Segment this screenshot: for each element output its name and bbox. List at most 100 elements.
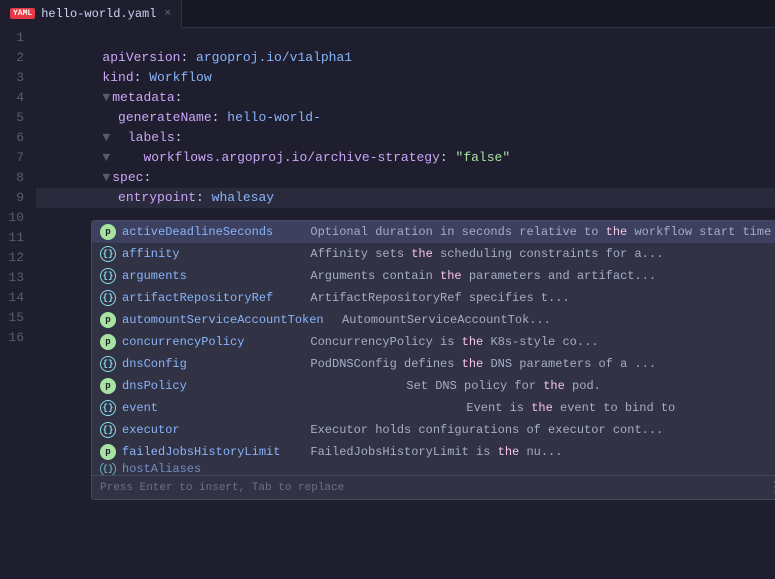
badge-obj: {} xyxy=(100,268,116,284)
token: "false" xyxy=(456,150,511,165)
autocomplete-dropdown: p activeDeadlineSeconds Optional duratio… xyxy=(91,220,775,500)
line-num-4: 4 xyxy=(8,88,24,108)
code-line-1: apiVersion: argoproj.io/v1alpha1 xyxy=(36,28,775,48)
item-desc: Optional duration in seconds relative to… xyxy=(296,225,771,239)
autocomplete-item-arguments[interactable]: {} arguments Arguments contain the param… xyxy=(92,265,775,287)
token: : xyxy=(196,190,212,205)
line-num-8: 8 xyxy=(8,168,24,188)
token: entrypoint xyxy=(118,190,196,205)
collapse-icon[interactable]: ▼ xyxy=(102,150,110,165)
autocomplete-item-event[interactable]: {} event Event is the event to bind to xyxy=(92,397,775,419)
autocomplete-item-dnsConfig[interactable]: {} dnsConfig PodDNSConfig defines the DN… xyxy=(92,353,775,375)
collapse-icon[interactable]: ▼ xyxy=(102,130,110,145)
token xyxy=(112,130,128,145)
token: Workflow xyxy=(149,70,211,85)
badge-p: p xyxy=(100,444,116,460)
badge-p: p xyxy=(100,224,116,240)
item-name: failedJobsHistoryLimit xyxy=(122,445,292,459)
collapse-icon[interactable]: ▼ xyxy=(102,90,110,105)
item-desc: Event is the event to bind to xyxy=(452,401,675,415)
token xyxy=(112,150,143,165)
item-name: executor xyxy=(122,423,292,437)
token xyxy=(102,190,118,205)
editor-tab[interactable]: YAML hello-world.yaml × xyxy=(0,0,182,28)
tab-bar: YAML hello-world.yaml × xyxy=(0,0,775,28)
token: : xyxy=(175,130,183,145)
item-desc: ArtifactRepositoryRef specifies t... xyxy=(296,291,570,305)
item-desc: Set DNS policy for the pod. xyxy=(392,379,601,393)
item-desc: Executor holds configurations of executo… xyxy=(296,423,663,437)
badge-p: p xyxy=(100,334,116,350)
tab-close-button[interactable]: × xyxy=(164,8,171,20)
autocomplete-item-concurrencyPolicy[interactable]: p concurrencyPolicy ConcurrencyPolicy is… xyxy=(92,331,775,353)
line-num-3: 3 xyxy=(8,68,24,88)
item-desc: FailedJobsHistoryLimit is the nu... xyxy=(296,445,562,459)
collapse-icon[interactable]: ▼ xyxy=(102,170,110,185)
line-numbers: 1 2 3 4 5 6 7 8 9 10 11 12 13 14 15 16 xyxy=(0,28,36,579)
token: whalesay xyxy=(212,190,274,205)
token: apiVersion xyxy=(102,50,180,65)
token: metadata xyxy=(112,90,174,105)
token: : xyxy=(175,90,183,105)
item-name: dnsConfig xyxy=(122,357,292,371)
token: : xyxy=(143,170,151,185)
autocomplete-item-dnsPolicy[interactable]: p dnsPolicy Set DNS policy for the pod. xyxy=(92,375,775,397)
token: argoproj.io/v1alpha1 xyxy=(196,50,352,65)
item-name: activeDeadlineSeconds xyxy=(122,225,292,239)
token: : xyxy=(180,50,196,65)
line-num-1: 1 xyxy=(8,28,24,48)
autocomplete-item-artifactRepositoryRef[interactable]: {} artifactRepositoryRef ArtifactReposit… xyxy=(92,287,775,309)
token xyxy=(102,110,118,125)
item-name: hostAliases xyxy=(122,463,292,475)
token: labels xyxy=(128,130,175,145)
token: spec xyxy=(112,170,143,185)
item-desc: PodDNSConfig defines the DNS parameters … xyxy=(296,357,656,371)
autocomplete-item-affinity[interactable]: {} affinity Affinity sets the scheduling… xyxy=(92,243,775,265)
badge-obj: {} xyxy=(100,246,116,262)
line-num-2: 2 xyxy=(8,48,24,68)
autocomplete-item-hostAliases[interactable]: {} hostAliases xyxy=(92,463,775,475)
token: kind xyxy=(102,70,133,85)
item-name: automountServiceAccountToken xyxy=(122,313,324,327)
token: : xyxy=(440,150,456,165)
item-name: artifactRepositoryRef xyxy=(122,291,292,305)
badge-p: p xyxy=(100,312,116,328)
badge-obj: {} xyxy=(100,463,116,475)
line-num-11: 11 xyxy=(8,228,24,248)
item-desc: Arguments contain the parameters and art… xyxy=(296,269,656,283)
autocomplete-footer: Press Enter to insert, Tab to replace ⋮ xyxy=(92,475,775,499)
editor: 1 2 3 4 5 6 7 8 9 10 11 12 13 14 15 16 a… xyxy=(0,28,775,579)
line-num-13: 13 xyxy=(8,268,24,288)
tab-filename: hello-world.yaml xyxy=(41,7,156,21)
item-name: concurrencyPolicy xyxy=(122,335,292,349)
item-desc: AutomountServiceAccountTok... xyxy=(328,313,551,327)
line-num-9: 9 xyxy=(8,188,24,208)
autocomplete-item-automountServiceAccountToken[interactable]: p automountServiceAccountToken Automount… xyxy=(92,309,775,331)
autocomplete-item-failedJobsHistoryLimit[interactable]: p failedJobsHistoryLimit FailedJobsHisto… xyxy=(92,441,775,463)
token: : xyxy=(134,70,150,85)
yaml-icon: YAML xyxy=(10,8,35,19)
badge-obj: {} xyxy=(100,356,116,372)
autocomplete-hint: Press Enter to insert, Tab to replace xyxy=(100,482,344,494)
item-name: affinity xyxy=(122,247,292,261)
code-area[interactable]: apiVersion: argoproj.io/v1alpha1 kind: W… xyxy=(36,28,775,579)
line-num-12: 12 xyxy=(8,248,24,268)
line-num-7: 7 xyxy=(8,148,24,168)
item-desc: Affinity sets the scheduling constraints… xyxy=(296,247,663,261)
item-name: arguments xyxy=(122,269,292,283)
autocomplete-item-activeDeadlineSeconds[interactable]: p activeDeadlineSeconds Optional duratio… xyxy=(92,221,775,243)
badge-obj: {} xyxy=(100,290,116,306)
badge-obj: {} xyxy=(100,400,116,416)
line-num-15: 15 xyxy=(8,308,24,328)
item-name: dnsPolicy xyxy=(122,379,292,393)
badge-obj: {} xyxy=(100,422,116,438)
line-num-6: 6 xyxy=(8,128,24,148)
scrollbar-indicator[interactable]: ⋮ xyxy=(768,479,775,496)
token: : xyxy=(212,110,228,125)
autocomplete-item-executor[interactable]: {} executor Executor holds configuration… xyxy=(92,419,775,441)
line-num-16: 16 xyxy=(8,328,24,348)
badge-p: p xyxy=(100,378,116,394)
item-name: event xyxy=(122,401,292,415)
item-desc: ConcurrencyPolicy is the K8s-style co... xyxy=(296,335,598,349)
token: workflows.argoproj.io/archive-strategy xyxy=(143,150,439,165)
